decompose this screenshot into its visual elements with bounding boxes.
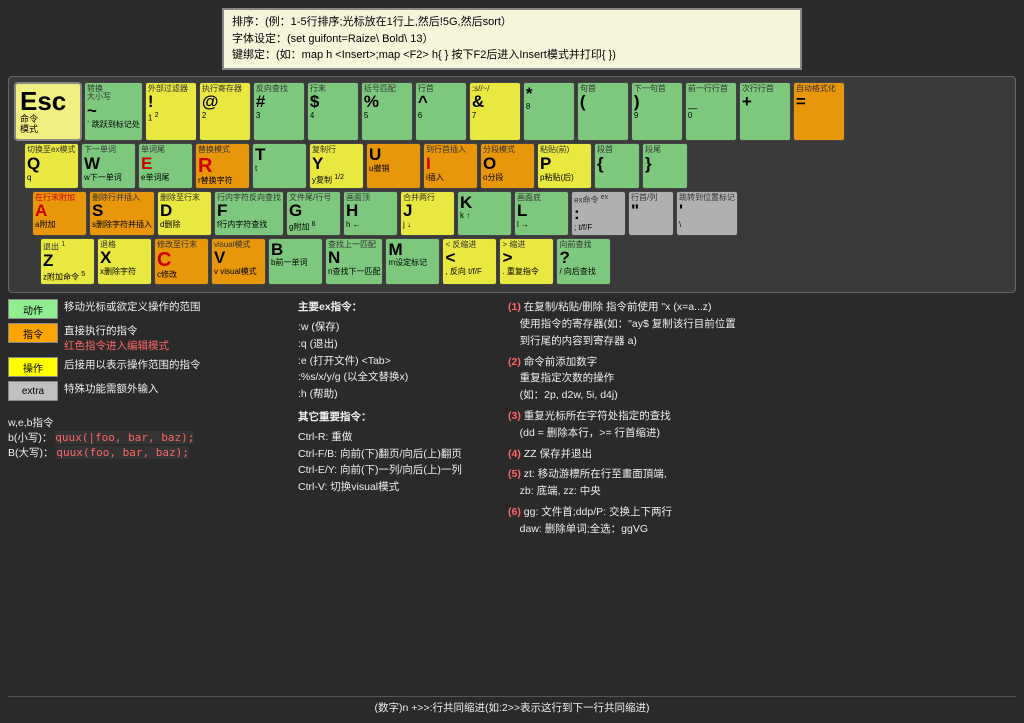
instruction-line1: 排序：(例：1-5行排序;光标放在1行上,然后!5G,然后sort） [232, 14, 792, 31]
key-K[interactable]: K k ↑ [457, 191, 512, 236]
key-R[interactable]: 替换模式 R r替换字符 [195, 143, 250, 189]
legend-orange-box: 指令 [8, 323, 58, 343]
right-notes: (1) 在复制/粘贴/删除 指令前使用 "x (x=a...z) 使用指令的寄存… [508, 299, 1016, 690]
ex-title: 主要ex指令： [298, 299, 498, 316]
ex-cmd-2: :q (退出) [298, 336, 498, 353]
key-E[interactable]: 单词尾 E e单词尾 [138, 143, 193, 189]
key-O[interactable]: 分段模式 O o分段 [480, 143, 535, 189]
key-colon[interactable]: ex命令 ex : ; t/f/F [571, 191, 626, 236]
legend-green-box: 动作 [8, 299, 58, 319]
legend-extra: extra 特殊功能需额外输入 [8, 381, 288, 401]
key-apos[interactable]: 跳转到位置标记 ' \ [676, 191, 738, 236]
instruction-box: 排序：(例：1-5行排序;光标放在1行上,然后!5G,然后sort） 字体设定：… [222, 8, 802, 70]
wb-section: w,e,b指令 b(小写)： quux(|foo, bar, baz); B(大… [8, 415, 288, 460]
key-rbrace[interactable]: 段尾 } [642, 143, 688, 189]
key-N[interactable]: 查找上一匹配 N n查找下一匹配 [325, 238, 383, 286]
key-M[interactable]: M m设定标记 [385, 238, 440, 286]
legend-yellow-box: 操作 [8, 357, 58, 377]
legend-gray-box: extra [8, 381, 58, 401]
other-4: Ctrl-V: 切换visual模式 [298, 479, 498, 496]
key-gt[interactable]: > 缩进 > . 重复指令 [499, 238, 554, 286]
key-X[interactable]: 退格 X x删除字符 [97, 238, 152, 286]
key-P[interactable]: 粘贴(前) P p粘贴(后) [537, 143, 592, 189]
ex-cmd-5: :h (帮助) [298, 386, 498, 403]
key-L[interactable]: 画面底 L l → [514, 191, 569, 236]
key-T[interactable]: T t [252, 143, 307, 189]
legend-command: 指令 直接执行的指令红色指令进入编辑模式 [8, 323, 288, 353]
main-container: 排序：(例：1-5行排序;光标放在1行上,然后!5G,然后sort） 字体设定：… [0, 0, 1024, 723]
note-6: (6) gg: 文件首;ddp/P: 交换上下两行 daw: 删除单词;全选：g… [508, 504, 1016, 538]
keyboard-area: Esc 命令 模式 转换 大小写 ~ ` 跳跃到标记处 外部过滤器 ! 1 2 … [8, 76, 1016, 294]
key-star[interactable]: * 8 [523, 82, 575, 142]
key-percent[interactable]: 括号匹配 % 5 [361, 82, 413, 142]
key-lbrace[interactable]: 段首 { [594, 143, 640, 189]
key-U[interactable]: U u撤销 [366, 143, 421, 189]
key-G[interactable]: 文件尾/行号 G g附加 6 [286, 191, 341, 236]
note-4: (4) ZZ 保存并退出 [508, 446, 1016, 463]
legend-action: 动作 移动光标或欲定义操作的范围 [8, 299, 288, 319]
ex-cmd-4: :%s/x/y/g (以全文替换x) [298, 369, 498, 386]
row-zxcv: 退出 1 Z z附加命令 5 退格 X x删除字符 修改至行末 C c修改 vi… [14, 238, 1010, 286]
key-exclaim[interactable]: 外部过滤器 ! 1 2 [145, 82, 197, 142]
other-2: Ctrl-F/B: 向前(下)翻页/向后(上)翻页 [298, 446, 498, 463]
key-Y[interactable]: 复制行 Y y复制 1/2 [309, 143, 364, 189]
row-asdf: 在行末附加 A a附加 删除行并插入 S s删除字符并插入 删除至行末 D d删… [14, 191, 1010, 236]
key-H[interactable]: 画面顶 H h ← [343, 191, 398, 236]
key-V[interactable]: visual模式 V v visual模式 [211, 238, 266, 286]
legend-op: 操作 后接用以表示操作范围的指令 [8, 357, 288, 377]
key-lt[interactable]: < 反缩进 < , 反向 t/f/F [442, 238, 497, 286]
key-C[interactable]: 修改至行末 C c修改 [154, 238, 209, 286]
key-A[interactable]: 在行末附加 A a附加 [32, 191, 87, 236]
key-D[interactable]: 删除至行末 D d删除 [157, 191, 212, 236]
key-equals[interactable]: 自动格式化 = [793, 82, 845, 142]
key-Z[interactable]: 退出 1 Z z附加命令 5 [40, 238, 95, 286]
esc-sub1: 命令 [20, 114, 38, 125]
key-at[interactable]: 执行寄存器 @ 2 [199, 82, 251, 142]
note-3: (3) 重复光标所在字符处指定的查找 (dd = 删除本行，>= 行首缩进) [508, 408, 1016, 442]
key-hash[interactable]: 反向查找 # 3 [253, 82, 305, 142]
key-I[interactable]: 到行首插入 I i插入 [423, 143, 478, 189]
key-plus[interactable]: 次行行首 + [739, 82, 791, 142]
row-esc-numbers: Esc 命令 模式 转换 大小写 ~ ` 跳跃到标记处 外部过滤器 ! 1 2 … [14, 82, 1010, 142]
esc-sub2: 模式 [20, 124, 38, 135]
key-rparen[interactable]: 下一句首 ) 9 [631, 82, 683, 142]
bottom-area: 动作 移动光标或欲定义操作的范围 指令 直接执行的指令红色指令进入编辑模式 操作… [8, 299, 1016, 690]
left-legend: 动作 移动光标或欲定义操作的范围 指令 直接执行的指令红色指令进入编辑模式 操作… [8, 299, 288, 690]
other-title: 其它重要指令： [298, 409, 498, 426]
other-3: Ctrl-E/Y: 向前(下)一列/向后(上)一列 [298, 462, 498, 479]
esc-label: Esc [20, 88, 66, 114]
key-W[interactable]: 下一单词 W w下一单词 [81, 143, 136, 189]
instruction-line3: 键绑定：(如：map h <Insert>;map <F2> h{ } 按下F2… [232, 47, 792, 64]
key-Q[interactable]: 切换至ex模式 Q q [24, 143, 79, 189]
key-dollar[interactable]: 行末 $ 4 [307, 82, 359, 142]
note-2: (2) 命令前添加数字 重复指定次数的操作 (如：2p, d2w, 5i, d4… [508, 354, 1016, 404]
key-tilde[interactable]: 转换 大小写 ~ ` 跳跃到标记处 [84, 82, 143, 142]
ex-cmd-3: :e (打开文件) <Tab> [298, 353, 498, 370]
row-qwerty: 切换至ex模式 Q q 下一单词 W w下一单词 单词尾 E e单词尾 替换模式… [14, 143, 1010, 189]
wb-title: w,e,b指令 [8, 415, 288, 430]
key-B[interactable]: B b前一单词 [268, 238, 323, 286]
instruction-line2: 字体设定：(set guifont=Raize\ Bold\ 13） [232, 31, 792, 48]
ex-cmd-1: :w (保存) [298, 319, 498, 336]
other-1: Ctrl-R: 重做 [298, 429, 498, 446]
key-underscore[interactable]: 前一行行首 _ 0 [685, 82, 737, 142]
key-esc[interactable]: Esc 命令 模式 [14, 82, 82, 142]
key-amp[interactable]: :s//~/ & 7 [469, 82, 521, 142]
key-lparen[interactable]: 句首 ( [577, 82, 629, 142]
key-S[interactable]: 删除行并插入 S s删除字符并插入 [89, 191, 155, 236]
center-commands: 主要ex指令： :w (保存) :q (退出) :e (打开文件) <Tab> … [298, 299, 498, 690]
key-quote[interactable]: 行首/列 " [628, 191, 674, 236]
key-F[interactable]: 行内字符反向查找 F f行内字符查找 [214, 191, 284, 236]
footer: (数字)n +>>:行共同缩进(如:2>>表示这行到下一行共同缩进) [8, 696, 1016, 715]
key-question[interactable]: 向前查找 ? / 向后查找 [556, 238, 611, 286]
note-5: (5) zt: 移动游標所在行至畫面頂端, zb: 底端, zz: 中央 [508, 466, 1016, 500]
key-caret[interactable]: 行首 ^ 6 [415, 82, 467, 142]
note-1: (1) 在复制/粘贴/删除 指令前使用 "x (x=a...z) 使用指令的寄存… [508, 299, 1016, 349]
key-J[interactable]: 合并两行 J j ↓ [400, 191, 455, 236]
